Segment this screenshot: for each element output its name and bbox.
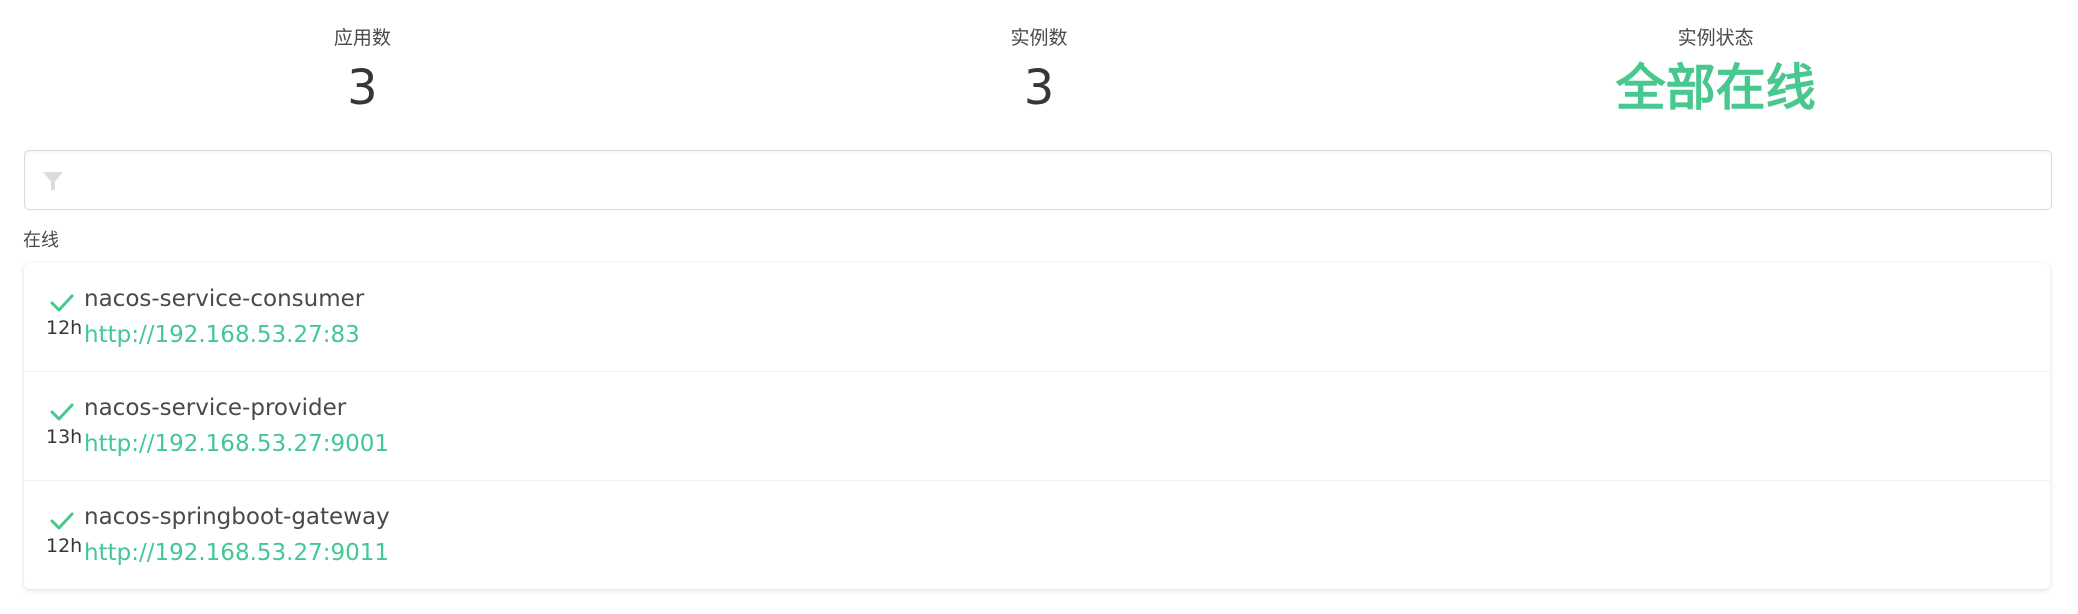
filter-field[interactable] bbox=[24, 150, 2052, 211]
check-icon bbox=[50, 511, 74, 531]
applications-page: 应用数 3 实例数 3 实例状态 全部在线 在线 12h nacos-servi… bbox=[0, 0, 2078, 614]
instance-age: 12h bbox=[46, 317, 83, 339]
stat-instances-value: 3 bbox=[1023, 60, 1055, 116]
filter-input[interactable] bbox=[85, 151, 2041, 211]
stat-applications-label: 应用数 bbox=[333, 27, 391, 49]
instance-age: 12h bbox=[46, 535, 83, 557]
application-name: nacos-service-provider bbox=[84, 395, 347, 421]
list-item[interactable]: 12h nacos-service-consumer http://192.16… bbox=[24, 263, 2050, 372]
check-icon bbox=[50, 293, 74, 313]
instance-age: 13h bbox=[46, 426, 83, 448]
application-url-link[interactable]: http://192.168.53.27:9001 bbox=[84, 428, 389, 460]
stat-applications: 应用数 3 bbox=[24, 0, 701, 140]
stat-instance-status-value: 全部在线 bbox=[1615, 59, 1816, 117]
application-name: nacos-service-consumer bbox=[84, 286, 365, 312]
filter-icon bbox=[41, 169, 65, 193]
stat-instance-status-label: 实例状态 bbox=[1677, 27, 1754, 49]
group-label-online: 在线 bbox=[23, 230, 59, 251]
stats-summary: 应用数 3 实例数 3 实例状态 全部在线 bbox=[24, 0, 2054, 140]
stat-instance-status: 实例状态 全部在线 bbox=[1377, 0, 2054, 140]
application-url-link[interactable]: http://192.168.53.27:83 bbox=[84, 319, 360, 351]
list-item[interactable]: 12h nacos-springboot-gateway http://192.… bbox=[24, 481, 2050, 589]
application-list: 12h nacos-service-consumer http://192.16… bbox=[24, 263, 2050, 589]
application-name: nacos-springboot-gateway bbox=[84, 504, 390, 530]
list-item[interactable]: 13h nacos-service-provider http://192.16… bbox=[24, 372, 2050, 481]
stat-instances: 实例数 3 bbox=[701, 0, 1378, 140]
stat-applications-value: 3 bbox=[347, 60, 378, 116]
check-icon bbox=[50, 402, 74, 422]
application-url-link[interactable]: http://192.168.53.27:9011 bbox=[84, 537, 389, 569]
stat-instances-label: 实例数 bbox=[1010, 27, 1068, 49]
